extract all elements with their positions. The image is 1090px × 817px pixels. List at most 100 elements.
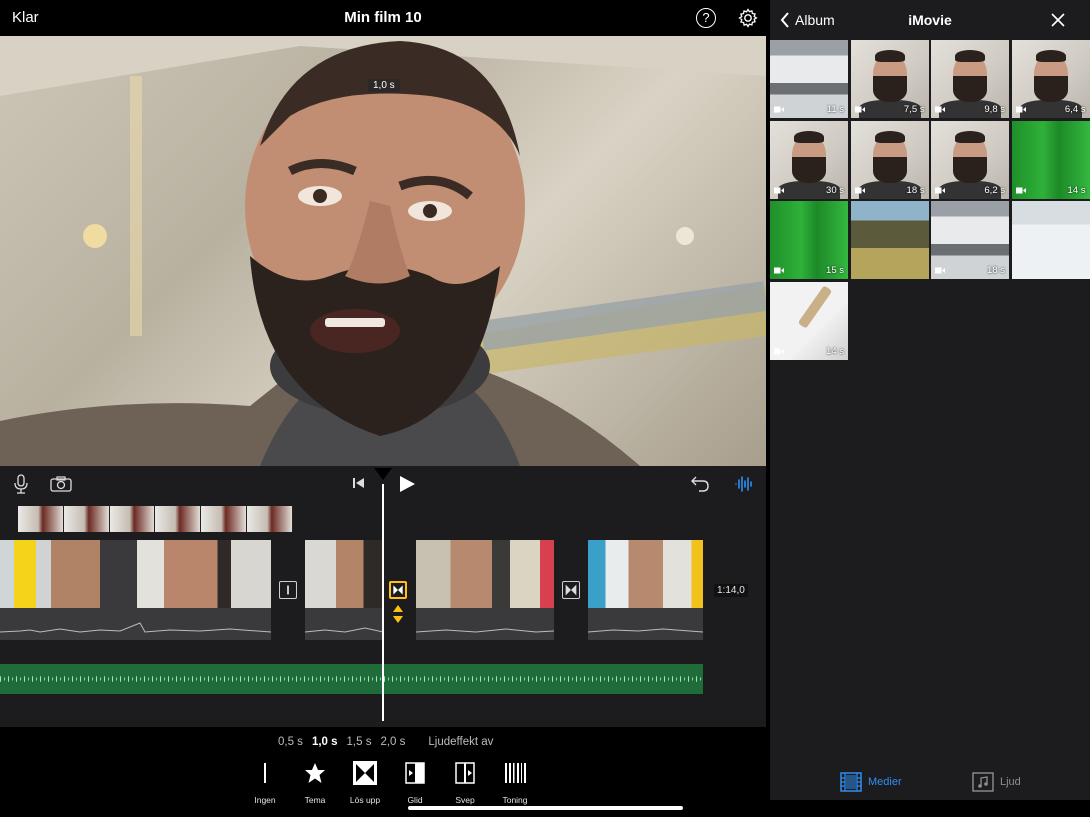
video-clip[interactable]	[305, 540, 383, 608]
transition-inspector: 0,5 s 1,0 s 1,5 s 2,0 s Ljudeffekt av In…	[0, 727, 766, 817]
camera-icon[interactable]	[50, 476, 72, 492]
thumbnail-duration: 14 s	[826, 345, 844, 357]
clip-audio-waveform	[415, 608, 555, 640]
media-thumbnail[interactable]	[850, 201, 929, 279]
video-camera-icon	[935, 106, 945, 113]
cutaway-frame	[201, 506, 248, 532]
project-title: Min film 10	[344, 9, 422, 26]
media-thumbnail[interactable]: 18 s	[931, 201, 1009, 279]
duration-options: 0,5 s 1,0 s 1,5 s 2,0 s Ljudeffekt av	[278, 736, 493, 748]
thumbnail-hair	[1035, 50, 1066, 62]
thumbnail-duration: 14 s	[1067, 184, 1086, 196]
duration-option[interactable]: 0,5 s	[278, 736, 303, 748]
thumbnail-hair	[874, 50, 905, 62]
wipe-icon	[455, 762, 475, 784]
transition-label: Lös upp	[349, 795, 381, 805]
media-thumbnail[interactable]: 6,4 s	[1011, 40, 1090, 118]
video-camera-icon	[774, 348, 784, 354]
video-camera-icon	[774, 267, 784, 274]
thumbnail-duration: 30 s	[826, 184, 844, 196]
media-thumbnail[interactable]: 9,8 s	[931, 40, 1009, 118]
thumbnail-beard	[953, 76, 987, 102]
media-thumbnail[interactable]	[1011, 201, 1090, 279]
transition-types: Ingen Tema Lös upp Glid Svep Toning	[240, 760, 540, 805]
transition-fade-button[interactable]: Toning	[490, 760, 540, 805]
thumbnail-duration: 9,8 s	[984, 104, 1005, 115]
gear-icon[interactable]	[738, 8, 758, 28]
home-indicator[interactable]	[408, 806, 683, 810]
tab-media[interactable]: Medier	[840, 772, 902, 792]
skip-to-start-icon[interactable]	[352, 476, 366, 490]
playhead-marker[interactable]	[374, 468, 392, 480]
tab-audio[interactable]: Ljud	[972, 772, 1021, 792]
video-camera-icon	[935, 187, 945, 193]
transition-button[interactable]	[562, 581, 580, 599]
thumbnail-beard	[953, 156, 987, 183]
transition-label: Toning	[502, 795, 528, 805]
fade-icon	[505, 763, 526, 783]
media-browser-header: Album iMovie	[770, 0, 1090, 40]
media-thumbnail[interactable]: 7,5 s	[850, 40, 929, 118]
video-camera-icon	[854, 187, 865, 193]
video-camera-icon	[774, 106, 784, 113]
video-camera-icon	[935, 267, 945, 274]
clip-audio-waveform	[304, 608, 384, 640]
selected-transition-button[interactable]	[389, 581, 407, 599]
media-thumbnail[interactable]: 18 s	[850, 120, 929, 199]
thumbnail-beard	[872, 76, 907, 102]
media-tabs: Medier Ljud	[770, 766, 1090, 800]
transition-button[interactable]	[279, 581, 297, 599]
media-thumbnail[interactable]: 11 s	[770, 40, 848, 118]
duration-option[interactable]: 1,5 s	[347, 736, 372, 748]
project-duration: 1:14,0	[714, 584, 748, 597]
video-clip[interactable]	[588, 540, 703, 608]
dissolve-icon	[353, 761, 377, 785]
cutaway-frame	[63, 506, 110, 532]
close-icon[interactable]	[1051, 13, 1065, 27]
play-icon[interactable]	[398, 475, 416, 493]
duration-option[interactable]: 2,0 s	[380, 736, 405, 748]
media-thumbnail[interactable]: 6,2 s	[931, 120, 1009, 199]
tab-audio-label: Ljud	[1000, 776, 1021, 788]
transition-none-button[interactable]: Ingen	[240, 760, 290, 805]
transition-theme-button[interactable]: Tema	[290, 760, 340, 805]
thumbnail-duration: 15 s	[826, 265, 844, 276]
sound-effect-toggle[interactable]: Ljudeffekt av	[428, 736, 493, 748]
slide-icon	[405, 762, 425, 784]
video-camera-icon	[1015, 187, 1026, 193]
thumbnail-hair	[794, 130, 824, 143]
music-note-icon	[972, 772, 994, 792]
thumbnail-beard	[1033, 76, 1068, 102]
undo-icon[interactable]	[690, 474, 710, 492]
music-track[interactable]	[0, 664, 703, 694]
playhead[interactable]	[382, 484, 384, 721]
video-clip[interactable]	[416, 540, 554, 608]
thumbnail-hair	[874, 130, 905, 143]
media-thumbnail[interactable]: 14 s	[1011, 120, 1090, 199]
star-icon	[305, 763, 325, 783]
thumbnail-duration: 6,2 s	[984, 184, 1005, 196]
thumbnail-duration: 7,5 s	[903, 104, 925, 115]
microphone-icon[interactable]	[12, 474, 30, 494]
media-browser: Album iMovie 11 s 7,5 s 9,8 s 6,4 s 30 s 18 s…	[770, 0, 1090, 800]
duration-option-selected[interactable]: 1,0 s	[312, 736, 338, 748]
media-thumbnail[interactable]: 15 s	[770, 201, 848, 279]
cutaway-frame	[247, 506, 293, 532]
video-preview[interactable]: 1,0 s	[0, 36, 766, 466]
transition-adjust-icon[interactable]	[392, 604, 404, 624]
thumbnail-beard	[792, 156, 826, 183]
preview-frame	[0, 36, 766, 466]
video-clip[interactable]	[0, 540, 271, 608]
transition-slide-button[interactable]: Glid	[390, 760, 440, 805]
transition-label: Ingen	[254, 795, 276, 805]
time-badge: 1,0 s	[368, 79, 400, 92]
timeline[interactable]: 1:14,0	[0, 466, 766, 727]
cutaway-clip[interactable]	[18, 506, 293, 532]
media-thumbnail[interactable]: 30 s	[770, 120, 848, 199]
clip-audio-waveform	[0, 608, 272, 640]
media-thumbnail[interactable]: 14 s	[770, 281, 848, 360]
transition-wipe-button[interactable]: Svep	[440, 760, 490, 805]
help-icon[interactable]: ?	[696, 8, 716, 28]
transition-dissolve-button[interactable]: Lös upp	[340, 760, 390, 805]
audio-waveform-icon[interactable]	[734, 474, 754, 494]
